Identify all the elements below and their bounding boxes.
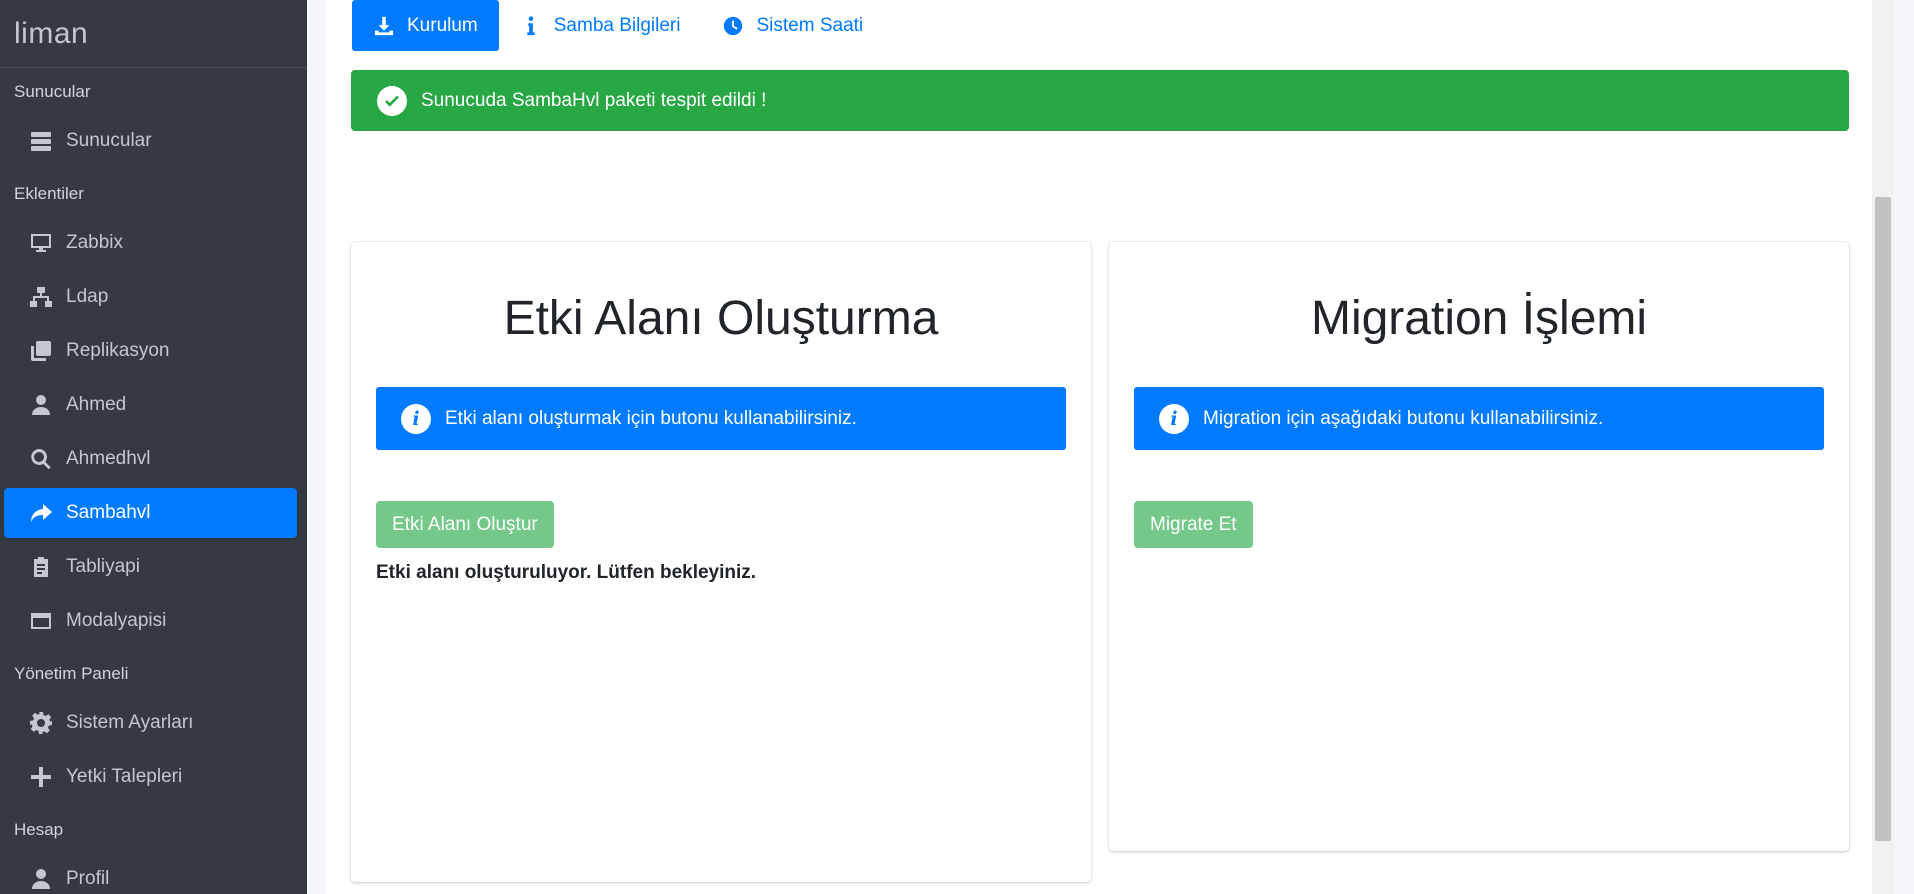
info-alert-text: Migration için aşağıdaki butonu kullanab… — [1203, 407, 1604, 429]
migration-card: Migration İşlemi i Migration için aşağıd… — [1109, 242, 1849, 851]
sidebar-item-ahmedhvl[interactable]: Ahmedhvl — [4, 434, 297, 484]
migrate-button[interactable]: Migrate Et — [1134, 501, 1253, 548]
sidebar-item-label: Tabliyapi — [66, 556, 140, 577]
nav-header-yonetim-paneli: Yönetim Paneli — [14, 664, 129, 683]
user-icon — [28, 866, 54, 892]
sidebar-item-sambahvl[interactable]: Sambahvl — [4, 488, 297, 538]
scrollbar[interactable] — [1872, 0, 1894, 894]
tab-sistem-saati[interactable]: Sistem Saati — [701, 0, 884, 51]
tab-label: Sistem Saati — [756, 14, 864, 36]
clone-icon — [28, 338, 54, 364]
tab-label: Samba Bilgileri — [553, 14, 681, 36]
server-icon — [28, 128, 54, 154]
sidebar-item-label: Ahmed — [66, 394, 127, 415]
success-alert: Sunucuda SambaHvl paketi tespit edildi ! — [351, 70, 1849, 131]
sidebar-item-replikasyon[interactable]: Replikasyon — [4, 326, 297, 376]
info-alert-text: Etki alanı oluşturmak için butonu kullan… — [445, 407, 857, 429]
nav-header-hesap: Hesap — [14, 820, 64, 839]
search-icon — [28, 446, 54, 472]
tab-label: Kurulum — [407, 14, 478, 36]
nav-header-sunucular: Sunucular — [14, 82, 91, 101]
create-domain-button[interactable]: Etki Alanı Oluştur — [376, 501, 554, 548]
card-title: Etki Alanı Oluşturma — [503, 292, 939, 345]
sidebar-item-profil[interactable]: Profil — [4, 854, 297, 894]
sidebar-item-sistem-ayarlari[interactable]: Sistem Ayarları — [4, 698, 297, 748]
window-icon — [28, 608, 54, 634]
nav-header-eklentiler: Eklentiler — [14, 184, 84, 203]
check-circle-icon — [377, 85, 407, 116]
brand-logo[interactable]: liman — [14, 17, 88, 51]
sidebar-item-label: Sambahvl — [66, 502, 151, 523]
success-alert-text: Sunucuda SambaHvl paketi tespit edildi ! — [421, 89, 767, 111]
sidebar-item-ldap[interactable]: Ldap — [4, 272, 297, 322]
gear-icon — [28, 710, 54, 736]
share-icon — [28, 500, 54, 526]
sidebar-item-label: Ldap — [66, 286, 109, 307]
tab-samba-bilgileri[interactable]: Samba Bilgileri — [499, 0, 702, 51]
sidebar-item-ahmed[interactable]: Ahmed — [4, 380, 297, 430]
domain-creation-card: Etki Alanı Oluşturma i Etki alanı oluştu… — [351, 242, 1091, 882]
sitemap-icon — [28, 284, 54, 310]
sidebar-item-label: Sunucular — [66, 130, 152, 151]
sidebar-item-label: Replikasyon — [66, 340, 170, 361]
user-icon — [28, 392, 54, 418]
sidebar-item-label: Yetki Talepleri — [66, 766, 183, 787]
desktop-icon — [28, 230, 54, 256]
sidebar-item-tabliyapi[interactable]: Tabliyapi — [4, 542, 297, 592]
sidebar-item-label: Zabbix — [66, 232, 124, 253]
download-icon — [374, 16, 394, 35]
info-circle-icon: i — [1159, 403, 1189, 434]
sidebar-item-label: Sistem Ayarları — [66, 712, 194, 733]
plus-icon — [28, 764, 54, 790]
tab-kurulum[interactable]: Kurulum — [352, 0, 499, 51]
sidebar-item-zabbix[interactable]: Zabbix — [4, 218, 297, 268]
sidebar-item-label: Profil — [66, 868, 110, 889]
card-title: Migration İşlemi — [1310, 292, 1648, 345]
info-circle-icon: i — [401, 403, 431, 434]
tab-bar: Kurulum Samba Bilgileri Sistem Saati — [352, 0, 884, 51]
clock-icon — [724, 16, 743, 35]
sidebar-item-label: Ahmedhvl — [66, 448, 151, 469]
info-alert: i Etki alanı oluşturmak için butonu kull… — [376, 387, 1066, 450]
scrollbar-thumb[interactable] — [1875, 197, 1891, 841]
brand[interactable]: liman — [0, 0, 307, 68]
sidebar-item-yetki-talepleri[interactable]: Yetki Talepleri — [4, 752, 297, 802]
sidebar-item-modalyapisi[interactable]: Modalyapisi — [4, 596, 297, 646]
info-icon — [527, 15, 535, 35]
extension-page: Kurulum Samba Bilgileri Sistem Saati Sun… — [326, 0, 1882, 894]
status-text: Etki alanı oluşturuluyor. Lütfen bekleyi… — [376, 562, 757, 583]
info-alert: i Migration için aşağıdaki butonu kullan… — [1134, 387, 1824, 450]
sidebar-item-label: Modalyapisi — [66, 610, 167, 631]
sidebar-item-sunucular[interactable]: Sunucular — [4, 116, 297, 166]
sidebar: liman Sunucular Sunucular Eklentiler Zab… — [0, 0, 307, 894]
main-content: Kurulum Samba Bilgileri Sistem Saati Sun… — [307, 0, 1894, 894]
clipboard-icon — [28, 554, 54, 580]
